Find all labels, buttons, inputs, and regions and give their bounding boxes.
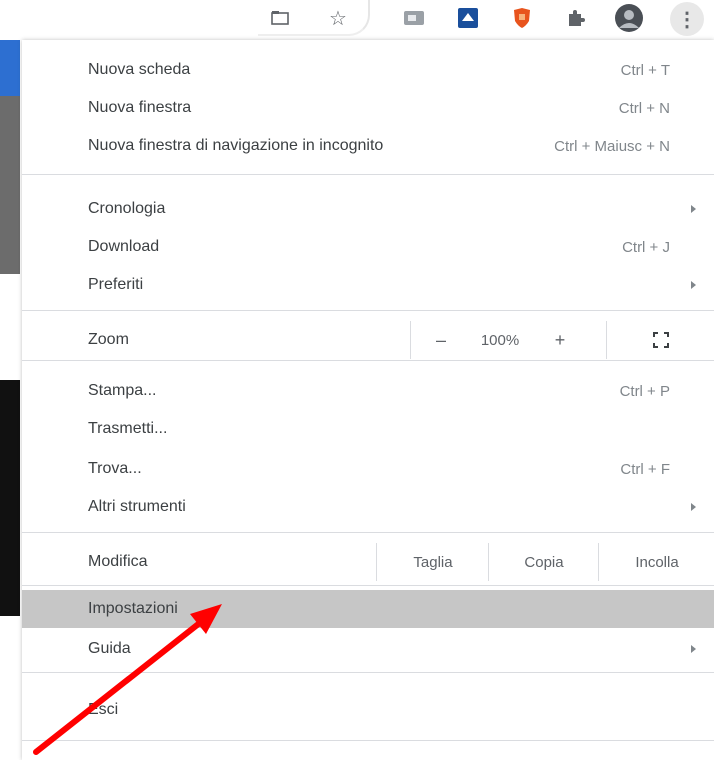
submenu-arrow-icon (691, 205, 696, 213)
menu-item-more-tools[interactable]: Altri strumenti (22, 488, 714, 526)
menu-item-shortcut: Ctrl + Maiusc + N (554, 137, 670, 155)
submenu-arrow-icon (691, 645, 696, 653)
menu-item-settings[interactable]: Impostazioni (22, 590, 714, 628)
menu-item-label: Stampa... (88, 382, 157, 399)
menu-separator (22, 310, 714, 311)
menu-item-find[interactable]: Trova... Ctrl + F (22, 450, 714, 488)
menu-item-label: Trova... (88, 460, 142, 477)
menu-item-new-window[interactable]: Nuova finestra Ctrl + N (22, 89, 714, 127)
menu-item-print[interactable]: Stampa... Ctrl + P (22, 372, 714, 410)
menu-separator (22, 672, 714, 673)
submenu-arrow-icon (691, 503, 696, 511)
menu-item-new-incognito-window[interactable]: Nuova finestra di navigazione in incogni… (22, 127, 714, 165)
page-background-strip-blue (0, 40, 20, 96)
menu-item-cast[interactable]: Trasmetti... (22, 410, 714, 448)
menu-item-shortcut: Ctrl + F (620, 460, 670, 478)
menu-item-shortcut: Ctrl + T (620, 61, 670, 79)
cut-button[interactable]: Taglia (376, 543, 489, 581)
menu-item-zoom: Zoom – 100% + (22, 321, 714, 359)
menu-item-label: Esci (88, 701, 119, 718)
menu-item-label: Altri strumenti (88, 498, 186, 515)
menu-item-shortcut: Ctrl + N (618, 99, 670, 117)
paste-button[interactable]: Incolla (598, 543, 714, 581)
bookmark-star-icon[interactable]: ☆ (326, 6, 350, 30)
menu-separator (22, 740, 714, 741)
submenu-arrow-icon (691, 281, 696, 289)
menu-item-label: Preferiti (88, 276, 144, 293)
page-background-strip-gray (0, 96, 20, 274)
browser-toolbar: ☆ ⋮ (0, 0, 714, 38)
fullscreen-icon (653, 332, 669, 348)
menu-separator (22, 532, 714, 533)
zoom-out-button[interactable]: – (410, 321, 471, 359)
menu-item-label: Nuova finestra (88, 99, 192, 116)
menu-item-edit: Modifica Taglia Copia Incolla (22, 543, 714, 581)
tab-search-icon[interactable] (268, 6, 292, 30)
menu-item-label: Trasmetti... (88, 420, 168, 437)
extension-shield-icon[interactable] (508, 6, 536, 30)
profile-avatar-icon[interactable] (614, 3, 644, 33)
extension-image-icon[interactable] (400, 6, 428, 30)
zoom-in-button[interactable]: + (530, 321, 590, 359)
menu-item-label: Cronologia (88, 200, 166, 217)
zoom-level-value: 100% (480, 331, 520, 349)
copy-button[interactable]: Copia (488, 543, 599, 581)
menu-item-label: Nuova scheda (88, 61, 191, 78)
extensions-puzzle-icon[interactable] (562, 6, 590, 30)
browser-main-menu: Nuova scheda Ctrl + T Nuova finestra Ctr… (22, 40, 714, 760)
menu-separator (22, 360, 714, 361)
menu-item-new-tab[interactable]: Nuova scheda Ctrl + T (22, 51, 714, 89)
menu-item-label: Guida (88, 640, 131, 657)
page-background-strip-dark (0, 380, 20, 616)
menu-item-shortcut: Ctrl + P (619, 382, 670, 400)
menu-item-history[interactable]: Cronologia (22, 190, 714, 228)
menu-item-label: Download (88, 238, 160, 255)
menu-item-downloads[interactable]: Download Ctrl + J (22, 228, 714, 266)
menu-item-help[interactable]: Guida (22, 630, 714, 668)
extension-blue-icon[interactable] (454, 6, 482, 30)
menu-item-label: Impostazioni (88, 600, 178, 617)
menu-kebab-icon[interactable]: ⋮ (670, 2, 704, 36)
fullscreen-button[interactable] (606, 321, 714, 359)
zoom-label: Zoom (88, 331, 129, 348)
menu-item-bookmarks[interactable]: Preferiti (22, 266, 714, 304)
menu-item-shortcut: Ctrl + J (622, 238, 670, 256)
menu-item-label: Nuova finestra di navigazione in incogni… (88, 137, 384, 154)
menu-item-exit[interactable]: Esci (22, 691, 714, 729)
menu-separator (22, 174, 714, 175)
menu-separator (22, 585, 714, 586)
edit-label: Modifica (88, 553, 148, 570)
